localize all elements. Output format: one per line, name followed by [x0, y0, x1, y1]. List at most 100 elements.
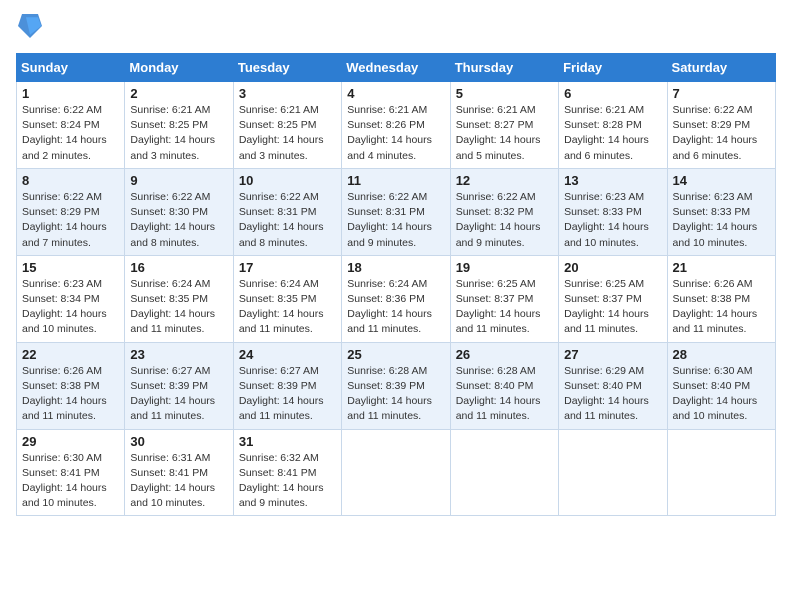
day-number: 16 [130, 260, 227, 275]
day-number: 17 [239, 260, 336, 275]
day-number: 11 [347, 173, 444, 188]
day-info: Sunrise: 6:25 AM Sunset: 8:37 PM Dayligh… [564, 277, 661, 338]
calendar-day-cell: 5 Sunrise: 6:21 AM Sunset: 8:27 PM Dayli… [450, 82, 558, 169]
day-number: 3 [239, 86, 336, 101]
day-number: 5 [456, 86, 553, 101]
day-info: Sunrise: 6:21 AM Sunset: 8:25 PM Dayligh… [239, 103, 336, 164]
day-number: 30 [130, 434, 227, 449]
calendar-day-cell: 14 Sunrise: 6:23 AM Sunset: 8:33 PM Dayl… [667, 168, 775, 255]
day-info: Sunrise: 6:24 AM Sunset: 8:36 PM Dayligh… [347, 277, 444, 338]
calendar-day-cell: 7 Sunrise: 6:22 AM Sunset: 8:29 PM Dayli… [667, 82, 775, 169]
day-number: 14 [673, 173, 770, 188]
weekday-header: Sunday [17, 54, 125, 82]
day-info: Sunrise: 6:22 AM Sunset: 8:24 PM Dayligh… [22, 103, 119, 164]
calendar-day-cell: 2 Sunrise: 6:21 AM Sunset: 8:25 PM Dayli… [125, 82, 233, 169]
day-info: Sunrise: 6:25 AM Sunset: 8:37 PM Dayligh… [456, 277, 553, 338]
calendar-day-cell: 17 Sunrise: 6:24 AM Sunset: 8:35 PM Dayl… [233, 255, 341, 342]
calendar-day-cell: 24 Sunrise: 6:27 AM Sunset: 8:39 PM Dayl… [233, 342, 341, 429]
day-info: Sunrise: 6:22 AM Sunset: 8:29 PM Dayligh… [673, 103, 770, 164]
day-info: Sunrise: 6:28 AM Sunset: 8:40 PM Dayligh… [456, 364, 553, 425]
day-number: 13 [564, 173, 661, 188]
calendar-day-cell: 1 Sunrise: 6:22 AM Sunset: 8:24 PM Dayli… [17, 82, 125, 169]
day-number: 22 [22, 347, 119, 362]
calendar-day-cell: 13 Sunrise: 6:23 AM Sunset: 8:33 PM Dayl… [559, 168, 667, 255]
calendar-table: SundayMondayTuesdayWednesdayThursdayFrid… [16, 53, 776, 516]
calendar-week-row: 1 Sunrise: 6:22 AM Sunset: 8:24 PM Dayli… [17, 82, 776, 169]
day-info: Sunrise: 6:28 AM Sunset: 8:39 PM Dayligh… [347, 364, 444, 425]
day-number: 20 [564, 260, 661, 275]
calendar-day-cell [667, 429, 775, 516]
day-number: 27 [564, 347, 661, 362]
calendar-day-cell: 15 Sunrise: 6:23 AM Sunset: 8:34 PM Dayl… [17, 255, 125, 342]
calendar-day-cell: 19 Sunrise: 6:25 AM Sunset: 8:37 PM Dayl… [450, 255, 558, 342]
day-number: 19 [456, 260, 553, 275]
day-number: 10 [239, 173, 336, 188]
calendar-day-cell: 28 Sunrise: 6:30 AM Sunset: 8:40 PM Dayl… [667, 342, 775, 429]
day-info: Sunrise: 6:24 AM Sunset: 8:35 PM Dayligh… [239, 277, 336, 338]
day-info: Sunrise: 6:22 AM Sunset: 8:31 PM Dayligh… [347, 190, 444, 251]
weekday-header: Wednesday [342, 54, 450, 82]
day-info: Sunrise: 6:27 AM Sunset: 8:39 PM Dayligh… [130, 364, 227, 425]
day-info: Sunrise: 6:22 AM Sunset: 8:32 PM Dayligh… [456, 190, 553, 251]
day-number: 21 [673, 260, 770, 275]
day-number: 6 [564, 86, 661, 101]
calendar-week-row: 15 Sunrise: 6:23 AM Sunset: 8:34 PM Dayl… [17, 255, 776, 342]
calendar-day-cell: 8 Sunrise: 6:22 AM Sunset: 8:29 PM Dayli… [17, 168, 125, 255]
calendar-day-cell: 6 Sunrise: 6:21 AM Sunset: 8:28 PM Dayli… [559, 82, 667, 169]
day-number: 12 [456, 173, 553, 188]
day-info: Sunrise: 6:23 AM Sunset: 8:33 PM Dayligh… [673, 190, 770, 251]
calendar-day-cell: 31 Sunrise: 6:32 AM Sunset: 8:41 PM Dayl… [233, 429, 341, 516]
weekday-header: Monday [125, 54, 233, 82]
calendar-day-cell: 26 Sunrise: 6:28 AM Sunset: 8:40 PM Dayl… [450, 342, 558, 429]
calendar-day-cell: 12 Sunrise: 6:22 AM Sunset: 8:32 PM Dayl… [450, 168, 558, 255]
logo [16, 16, 42, 45]
calendar-day-cell [342, 429, 450, 516]
calendar-day-cell: 25 Sunrise: 6:28 AM Sunset: 8:39 PM Dayl… [342, 342, 450, 429]
day-info: Sunrise: 6:26 AM Sunset: 8:38 PM Dayligh… [22, 364, 119, 425]
day-info: Sunrise: 6:22 AM Sunset: 8:29 PM Dayligh… [22, 190, 119, 251]
calendar-header-row: SundayMondayTuesdayWednesdayThursdayFrid… [17, 54, 776, 82]
day-info: Sunrise: 6:22 AM Sunset: 8:31 PM Dayligh… [239, 190, 336, 251]
calendar-day-cell: 20 Sunrise: 6:25 AM Sunset: 8:37 PM Dayl… [559, 255, 667, 342]
weekday-header: Thursday [450, 54, 558, 82]
day-info: Sunrise: 6:21 AM Sunset: 8:25 PM Dayligh… [130, 103, 227, 164]
calendar-day-cell: 23 Sunrise: 6:27 AM Sunset: 8:39 PM Dayl… [125, 342, 233, 429]
day-number: 23 [130, 347, 227, 362]
page-header [16, 16, 776, 45]
calendar-week-row: 8 Sunrise: 6:22 AM Sunset: 8:29 PM Dayli… [17, 168, 776, 255]
day-number: 2 [130, 86, 227, 101]
day-info: Sunrise: 6:29 AM Sunset: 8:40 PM Dayligh… [564, 364, 661, 425]
day-info: Sunrise: 6:27 AM Sunset: 8:39 PM Dayligh… [239, 364, 336, 425]
day-number: 8 [22, 173, 119, 188]
calendar-day-cell: 3 Sunrise: 6:21 AM Sunset: 8:25 PM Dayli… [233, 82, 341, 169]
day-number: 31 [239, 434, 336, 449]
calendar-day-cell: 29 Sunrise: 6:30 AM Sunset: 8:41 PM Dayl… [17, 429, 125, 516]
calendar-day-cell: 30 Sunrise: 6:31 AM Sunset: 8:41 PM Dayl… [125, 429, 233, 516]
day-number: 15 [22, 260, 119, 275]
weekday-header: Tuesday [233, 54, 341, 82]
day-number: 26 [456, 347, 553, 362]
day-info: Sunrise: 6:22 AM Sunset: 8:30 PM Dayligh… [130, 190, 227, 251]
calendar-day-cell: 18 Sunrise: 6:24 AM Sunset: 8:36 PM Dayl… [342, 255, 450, 342]
day-info: Sunrise: 6:30 AM Sunset: 8:40 PM Dayligh… [673, 364, 770, 425]
day-number: 1 [22, 86, 119, 101]
day-number: 18 [347, 260, 444, 275]
day-number: 4 [347, 86, 444, 101]
calendar-day-cell: 10 Sunrise: 6:22 AM Sunset: 8:31 PM Dayl… [233, 168, 341, 255]
weekday-header: Friday [559, 54, 667, 82]
calendar-day-cell: 4 Sunrise: 6:21 AM Sunset: 8:26 PM Dayli… [342, 82, 450, 169]
day-info: Sunrise: 6:21 AM Sunset: 8:28 PM Dayligh… [564, 103, 661, 164]
day-info: Sunrise: 6:23 AM Sunset: 8:34 PM Dayligh… [22, 277, 119, 338]
weekday-header: Saturday [667, 54, 775, 82]
calendar-day-cell: 16 Sunrise: 6:24 AM Sunset: 8:35 PM Dayl… [125, 255, 233, 342]
day-info: Sunrise: 6:21 AM Sunset: 8:26 PM Dayligh… [347, 103, 444, 164]
calendar-day-cell: 21 Sunrise: 6:26 AM Sunset: 8:38 PM Dayl… [667, 255, 775, 342]
day-number: 29 [22, 434, 119, 449]
day-number: 7 [673, 86, 770, 101]
calendar-day-cell [450, 429, 558, 516]
day-info: Sunrise: 6:23 AM Sunset: 8:33 PM Dayligh… [564, 190, 661, 251]
day-info: Sunrise: 6:21 AM Sunset: 8:27 PM Dayligh… [456, 103, 553, 164]
day-info: Sunrise: 6:24 AM Sunset: 8:35 PM Dayligh… [130, 277, 227, 338]
calendar-day-cell: 27 Sunrise: 6:29 AM Sunset: 8:40 PM Dayl… [559, 342, 667, 429]
calendar-week-row: 29 Sunrise: 6:30 AM Sunset: 8:41 PM Dayl… [17, 429, 776, 516]
